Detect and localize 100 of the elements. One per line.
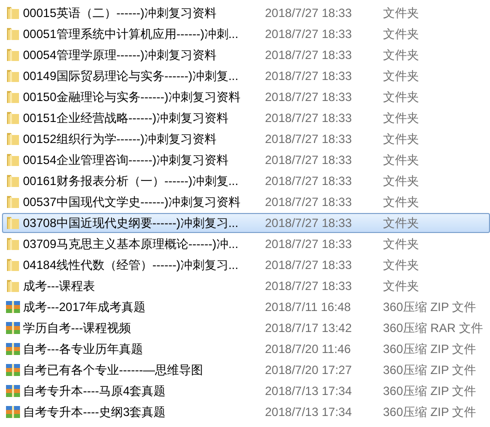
file-row[interactable]: 00152组织行为学------)冲刺复习资料 2018/7/27 18:33 文件夹 [2, 129, 490, 149]
folder-icon [5, 236, 21, 252]
archive-icon [5, 341, 21, 357]
file-type: 文件夹 [383, 68, 420, 85]
modified-date: 2018/7/27 18:33 [264, 152, 353, 169]
file-type: 文件夹 [383, 257, 420, 274]
file-type: 文件夹 [383, 194, 420, 211]
file-row[interactable]: 00051管理系统中计算机应用------)冲刺... 2018/7/27 18:33 文件夹 [2, 24, 490, 44]
file-row[interactable]: 00537中国现代文学史------)冲刺复习资料 2018/7/27 18:33 文件夹 [2, 192, 490, 212]
file-name: 00054管理学原理------)冲刺复习资料 [23, 47, 218, 64]
file-type: 360压缩 ZIP 文件 [383, 383, 478, 400]
file-name: 03708中国近现代史纲要------)冲刺复习... [23, 215, 240, 232]
file-row[interactable]: 自考已有各个专业------—思维导图 2018/7/20 17:27 360压缩 ZIP 文件 [2, 360, 490, 380]
file-row[interactable]: 成考---课程表 2018/7/27 18:33 文件夹 [2, 276, 490, 296]
folder-icon [5, 89, 21, 105]
file-name: 00161财务报表分析（一）------)冲刺复... [23, 173, 240, 190]
file-name: 00537中国现代文学史------)冲刺复习资料 [23, 194, 242, 211]
folder-icon [5, 5, 21, 21]
file-name: 自考专升本----史纲3套真题 [23, 404, 167, 421]
modified-date: 2018/7/13 17:34 [264, 404, 353, 421]
modified-date: 2018/7/13 17:34 [264, 383, 353, 400]
archive-icon [5, 362, 21, 378]
file-type: 文件夹 [383, 110, 420, 127]
folder-icon [5, 152, 21, 168]
file-name: 00150金融理论与实务------)冲刺复习资料 [23, 89, 242, 106]
file-type: 文件夹 [383, 89, 420, 106]
file-row[interactable]: 00150金融理论与实务------)冲刺复习资料 2018/7/27 18:33 文件夹 [2, 87, 490, 107]
file-type: 360压缩 ZIP 文件 [383, 299, 478, 316]
file-name: 成考---课程表 [23, 278, 96, 295]
file-row[interactable]: 00161财务报表分析（一）------)冲刺复... 2018/7/27 18:33 文件夹 [2, 171, 490, 191]
file-row[interactable]: 自考---各专业历年真题 2018/7/20 11:46 360压缩 ZIP 文件 [2, 339, 490, 359]
file-name: 00051管理系统中计算机应用------)冲刺... [23, 26, 240, 43]
modified-date: 2018/7/20 17:27 [264, 362, 353, 379]
folder-icon [5, 131, 21, 147]
file-name: 自考专升本----马原4套真题 [23, 383, 167, 400]
file-type: 文件夹 [383, 152, 420, 169]
folder-icon [5, 110, 21, 126]
file-row[interactable]: 00151企业经营战略------)冲刺复习资料 2018/7/27 18:33 文件夹 [2, 108, 490, 128]
file-type: 文件夹 [383, 131, 420, 148]
archive-icon [5, 299, 21, 315]
modified-date: 2018/7/27 18:33 [264, 68, 353, 85]
file-row[interactable]: 03708中国近现代史纲要------)冲刺复习... 2018/7/27 18:33 文件夹 [2, 213, 490, 233]
folder-icon [5, 47, 21, 63]
modified-date: 2018/7/27 18:33 [264, 215, 353, 232]
file-row[interactable]: 自考专升本----马原4套真题 2018/7/13 17:34 360压缩 ZIP 文件 [2, 381, 490, 401]
file-name: 成考---2017年成考真题 [23, 299, 147, 316]
folder-icon [5, 26, 21, 42]
file-row[interactable]: 学历自考---课程视频 2018/7/17 13:42 360压缩 RAR 文件 [2, 318, 490, 338]
file-type: 文件夹 [383, 278, 420, 295]
file-name: 04184线性代数（经管）------)冲刺复习... [23, 257, 240, 274]
folder-icon [5, 257, 21, 273]
file-type: 文件夹 [383, 236, 420, 253]
file-type: 文件夹 [383, 5, 420, 22]
file-type: 文件夹 [383, 47, 420, 64]
modified-date: 2018/7/17 13:42 [264, 320, 353, 337]
file-row[interactable]: 04184线性代数（经管）------)冲刺复习... 2018/7/27 18:33 文件夹 [2, 255, 490, 275]
file-row[interactable]: 自考专升本----史纲3套真题 2018/7/13 17:34 360压缩 ZIP 文件 [2, 402, 490, 422]
file-type: 文件夹 [383, 215, 420, 232]
archive-icon [5, 404, 21, 420]
modified-date: 2018/7/27 18:33 [264, 47, 353, 64]
file-row[interactable]: 00154企业管理咨询------)冲刺复习资料 2018/7/27 18:33 文件夹 [2, 150, 490, 170]
file-name: 00152组织行为学------)冲刺复习资料 [23, 131, 218, 148]
archive-icon [5, 320, 21, 336]
modified-date: 2018/7/27 18:33 [264, 194, 353, 211]
file-row[interactable]: 成考---2017年成考真题 2018/7/11 16:48 360压缩 ZIP 文件 [2, 297, 490, 317]
folder-icon [5, 68, 21, 84]
modified-date: 2018/7/27 18:33 [264, 257, 353, 274]
modified-date: 2018/7/27 18:33 [264, 131, 353, 148]
file-name: 自考已有各个专业------—思维导图 [23, 362, 204, 379]
modified-date: 2018/7/11 16:48 [264, 299, 352, 316]
file-row[interactable]: 00149国际贸易理论与实务------)冲刺复... 2018/7/27 18:33 文件夹 [2, 66, 490, 86]
folder-icon [5, 173, 21, 189]
modified-date: 2018/7/20 11:46 [264, 341, 352, 358]
modified-date: 2018/7/27 18:33 [264, 89, 353, 106]
folder-icon [5, 278, 21, 294]
folder-icon [5, 215, 21, 231]
modified-date: 2018/7/27 18:33 [264, 26, 353, 43]
file-type: 360压缩 RAR 文件 [383, 320, 484, 337]
folder-icon [5, 194, 21, 210]
file-row[interactable]: 03709马克思主义基本原理概论------)冲... 2018/7/27 18:33 文件夹 [2, 234, 490, 254]
file-type: 360压缩 ZIP 文件 [383, 404, 478, 421]
file-name: 学历自考---课程视频 [23, 320, 132, 337]
modified-date: 2018/7/27 18:33 [264, 278, 353, 295]
file-type: 360压缩 ZIP 文件 [383, 362, 478, 379]
file-name: 00015英语（二）------)冲刺复习资料 [23, 5, 218, 22]
file-row[interactable]: 00015英语（二）------)冲刺复习资料 2018/7/27 18:33 文件夹 [2, 3, 490, 23]
file-type: 文件夹 [383, 173, 420, 190]
file-name: 自考---各专业历年真题 [23, 341, 144, 358]
modified-date: 2018/7/27 18:33 [264, 110, 353, 127]
modified-date: 2018/7/27 18:33 [264, 173, 353, 190]
file-name: 00149国际贸易理论与实务------)冲刺复... [23, 68, 240, 85]
file-name: 00154企业管理咨询------)冲刺复习资料 [23, 152, 230, 169]
file-type: 文件夹 [383, 26, 420, 43]
file-row[interactable]: 00054管理学原理------)冲刺复习资料 2018/7/27 18:33 文件夹 [2, 45, 490, 65]
file-type: 360压缩 ZIP 文件 [383, 341, 478, 358]
archive-icon [5, 383, 21, 399]
modified-date: 2018/7/27 18:33 [264, 5, 353, 22]
file-name: 00151企业经营战略------)冲刺复习资料 [23, 110, 230, 127]
file-name: 03709马克思主义基本原理概论------)冲... [23, 236, 240, 253]
modified-date: 2018/7/27 18:33 [264, 236, 353, 253]
